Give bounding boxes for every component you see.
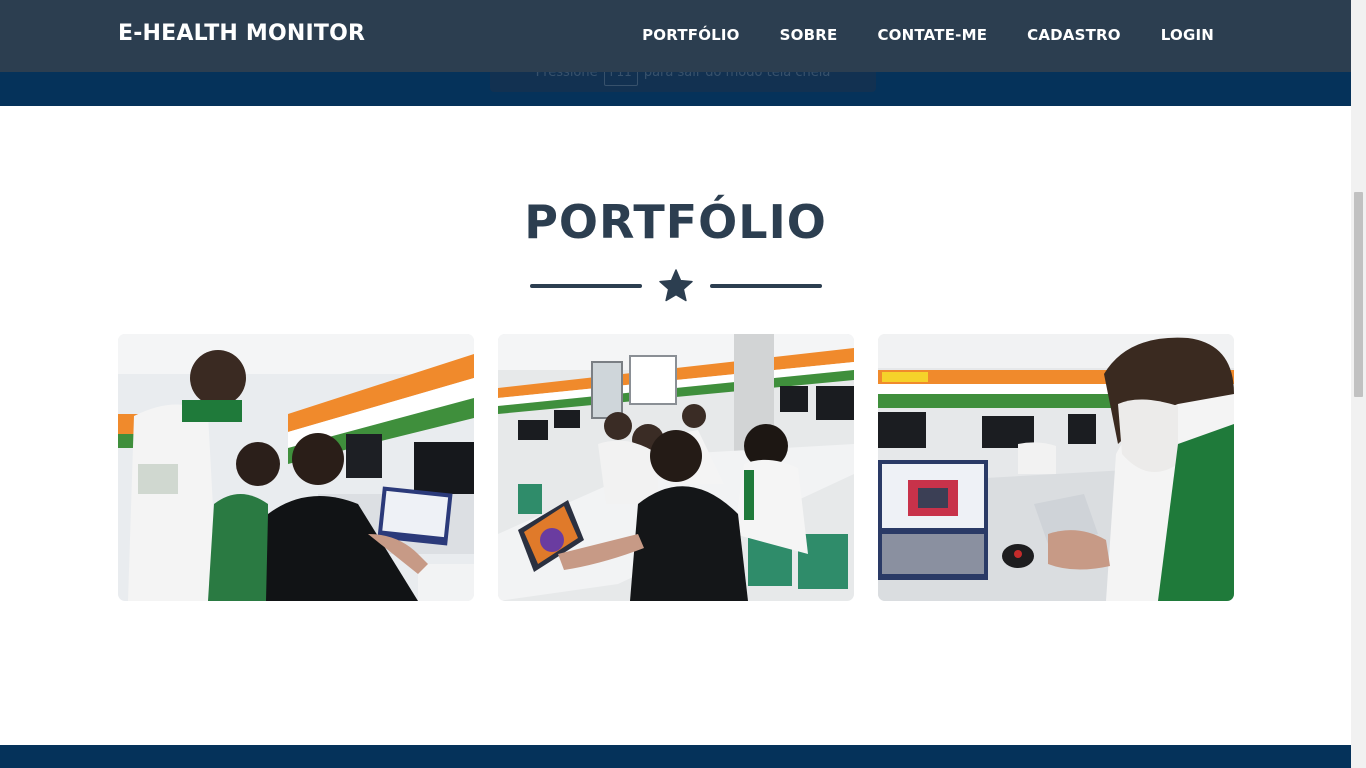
scrollbar-thumb[interactable] (1354, 192, 1363, 397)
portfolio-item-3[interactable] (878, 334, 1234, 601)
divider-line-left (530, 284, 642, 288)
divider-line-right (710, 284, 822, 288)
portfolio-photo-1 (118, 334, 474, 601)
nav-link-portfolio[interactable]: PORTFÓLIO (642, 26, 740, 44)
main-navbar: E-HEALTH MONITOR PORTFÓLIO SOBRE CONTATE… (0, 0, 1351, 72)
nav-link-cadastro[interactable]: CADASTRO (1027, 26, 1121, 44)
portfolio-photo-3 (878, 334, 1234, 601)
nav-link-sobre[interactable]: SOBRE (780, 26, 838, 44)
star-icon (659, 269, 693, 302)
portfolio-item-1[interactable] (118, 334, 474, 601)
page-scrollbar[interactable] (1351, 0, 1366, 768)
portfolio-title: PORTFÓLIO (524, 195, 827, 249)
brand-logo[interactable]: E-HEALTH MONITOR (118, 21, 365, 46)
footer-band (0, 745, 1351, 768)
nav-link-login[interactable]: LOGIN (1161, 26, 1214, 44)
nav-links: PORTFÓLIO SOBRE CONTATE-ME CADASTRO LOGI… (642, 26, 1214, 44)
portfolio-photo-2 (498, 334, 854, 601)
nav-link-contate-me[interactable]: CONTATE-ME (877, 26, 987, 44)
portfolio-item-2[interactable] (498, 334, 854, 601)
